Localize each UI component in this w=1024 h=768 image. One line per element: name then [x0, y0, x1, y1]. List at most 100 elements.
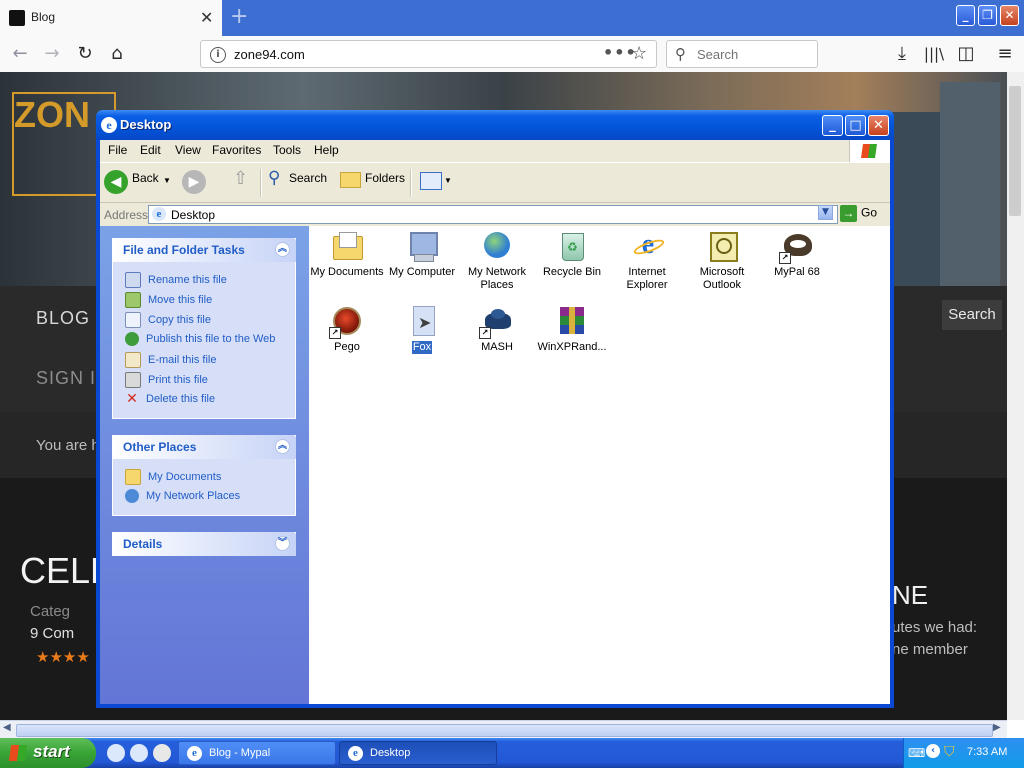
desktop-item-my-documents[interactable]: My Documents	[309, 230, 385, 279]
tab-title: Blog	[31, 10, 56, 24]
quick-launch-browser-icon[interactable]	[130, 744, 148, 762]
desktop-item-internet-explorer[interactable]: e Internet Explorer	[609, 230, 685, 292]
item-label: Microsoft Outlook	[699, 266, 745, 291]
start-button[interactable]: start	[0, 738, 96, 768]
browser-tab-blog[interactable]: Blog ✕	[0, 0, 222, 36]
browser-minimize-button[interactable]: _	[956, 5, 975, 26]
desktop-item-my-computer[interactable]: My Computer	[384, 230, 460, 279]
item-label: Fox	[411, 341, 433, 354]
browser-horizontal-scrollbar[interactable]: ◀ ▶	[0, 720, 1007, 739]
desktop-item-pego[interactable]: ↗ Pego	[309, 305, 385, 354]
explorer-title-bar[interactable]: e Desktop _ □ ✕	[96, 110, 894, 140]
menu-help[interactable]: Help	[314, 143, 339, 157]
menu-favorites[interactable]: Favorites	[212, 143, 261, 157]
other-places-header[interactable]: Other Places ︽	[112, 435, 296, 459]
tab-close-icon[interactable]: ✕	[200, 8, 213, 27]
quick-launch-ie-icon[interactable]	[107, 744, 125, 762]
new-tab-button[interactable]: +	[230, 4, 248, 29]
scroll-right-icon[interactable]: ▶	[993, 722, 1001, 733]
minimize-button[interactable]: _	[822, 115, 843, 136]
taskbar-button-desktop[interactable]: e Desktop	[339, 741, 497, 765]
back-arrow-icon[interactable]: ←	[8, 42, 32, 66]
browser-vertical-scrollbar[interactable]	[1007, 72, 1024, 720]
maximize-button[interactable]: □	[845, 115, 866, 136]
place-my-network-places[interactable]: My Network Places	[125, 489, 240, 507]
browser-close-button[interactable]: ✕	[1000, 5, 1019, 26]
task-label: E-mail this file	[148, 353, 217, 366]
menu-view[interactable]: View	[175, 143, 201, 157]
url-text[interactable]: zone94.com	[234, 47, 305, 62]
article-category[interactable]: Categ	[30, 603, 70, 620]
taskbar-button-blog-mypal[interactable]: e Blog - Mypal	[178, 741, 336, 765]
start-label: start	[33, 742, 70, 761]
site-nav-signin[interactable]: SIGN I	[36, 368, 96, 389]
browser-search-box[interactable]: ⚲ Search	[666, 40, 818, 68]
desktop-item-winxprand[interactable]: WinXPRand...	[534, 305, 610, 354]
close-button[interactable]: ✕	[868, 115, 889, 136]
downloads-icon[interactable]: ⤓	[890, 42, 914, 66]
site-info-icon[interactable]: i	[210, 47, 226, 63]
quick-launch-media-icon[interactable]	[153, 744, 171, 762]
place-label: My Network Places	[146, 489, 241, 502]
security-shield-icon[interactable]: ⛉	[944, 744, 955, 760]
clock[interactable]: 7:33 AM	[967, 746, 1007, 758]
desktop-item-microsoft-outlook[interactable]: Microsoft Outlook	[684, 230, 760, 292]
taskbar: start e Blog - Mypal e Desktop ⌨ ‹ ⛉ 7:3…	[0, 738, 1024, 768]
back-button-label[interactable]: Back	[132, 171, 159, 185]
explorer-toolbar: ◀ Back ▼ ▶ ⇧ ⚲ Search Folders ▼	[100, 162, 890, 203]
desktop-item-my-network-places[interactable]: My Network Places	[459, 230, 535, 292]
url-bar[interactable]: i zone94.com ••• ☆	[200, 40, 657, 68]
address-field[interactable]: e Desktop	[148, 205, 838, 224]
task-publish-file[interactable]: Publish this file to the Web	[125, 332, 275, 350]
expand-chevron-icon[interactable]: ︾	[275, 536, 290, 551]
search-button-label[interactable]: Search	[289, 171, 327, 185]
sidebar-toggle-icon[interactable]: ◫	[954, 42, 978, 66]
search-icon[interactable]: ⚲	[268, 168, 280, 188]
desktop-item-mash[interactable]: ↗ MASH	[459, 305, 535, 354]
site-nav-blog[interactable]: BLOG	[36, 308, 90, 329]
views-dropdown-icon[interactable]: ▼	[444, 176, 452, 185]
browser-restore-button[interactable]: ❐	[978, 5, 997, 26]
folders-icon[interactable]	[340, 172, 361, 188]
library-icon[interactable]: |||\	[922, 42, 946, 66]
task-print-file[interactable]: Print this file	[125, 372, 208, 390]
views-icon[interactable]	[420, 172, 442, 190]
forward-arrow-icon[interactable]: →	[40, 42, 64, 66]
article-comments[interactable]: 9 Com	[30, 625, 74, 642]
vertical-scroll-thumb[interactable]	[1009, 86, 1021, 216]
folders-button-label[interactable]: Folders	[365, 171, 405, 185]
task-copy-file[interactable]: Copy this file	[125, 312, 211, 330]
task-email-file[interactable]: E-mail this file	[125, 352, 216, 370]
collapse-chevron-icon[interactable]: ︽	[275, 439, 290, 454]
task-rename-file[interactable]: Rename this file	[125, 272, 227, 290]
horizontal-scroll-thumb[interactable]	[16, 724, 993, 737]
show-hidden-icons-icon[interactable]: ‹	[926, 744, 940, 758]
back-icon[interactable]: ◀	[104, 170, 128, 194]
collapse-chevron-icon[interactable]: ︽	[275, 242, 290, 257]
site-search-button[interactable]: Search	[942, 300, 1002, 330]
desktop-item-mypal-68[interactable]: ↗ MyPal 68	[759, 230, 835, 279]
desktop-item-fox[interactable]: ➤ Fox	[384, 305, 460, 354]
go-button[interactable]: → Go	[840, 205, 877, 222]
task-delete-file[interactable]: ✕ Delete this file	[125, 392, 215, 410]
reload-icon[interactable]: ↻	[73, 42, 97, 66]
details-header[interactable]: Details ︾	[112, 532, 296, 556]
article-title-right[interactable]: NE	[892, 580, 928, 611]
keyboard-tray-icon[interactable]: ⌨	[908, 746, 925, 760]
fox-file-icon: ➤	[406, 305, 438, 337]
desktop-item-recycle-bin[interactable]: ♻ Recycle Bin	[534, 230, 610, 279]
place-my-documents[interactable]: My Documents	[125, 469, 221, 487]
menu-edit[interactable]: Edit	[140, 143, 161, 157]
menu-file[interactable]: File	[108, 143, 127, 157]
home-icon[interactable]: ⌂	[105, 42, 129, 66]
address-dropdown-icon[interactable]: ▼	[818, 205, 833, 220]
menu-tools[interactable]: Tools	[273, 143, 301, 157]
file-folder-tasks-header[interactable]: File and Folder Tasks ︽	[112, 238, 296, 262]
item-label: My Computer	[388, 266, 456, 278]
back-dropdown-icon[interactable]: ▼	[163, 176, 171, 185]
address-value[interactable]: Desktop	[171, 208, 215, 222]
bookmark-star-icon[interactable]: ☆	[631, 43, 647, 64]
menu-hamburger-icon[interactable]: ≡	[993, 42, 1017, 66]
scroll-left-icon[interactable]: ◀	[3, 722, 11, 733]
task-move-file[interactable]: Move this file	[125, 292, 212, 310]
